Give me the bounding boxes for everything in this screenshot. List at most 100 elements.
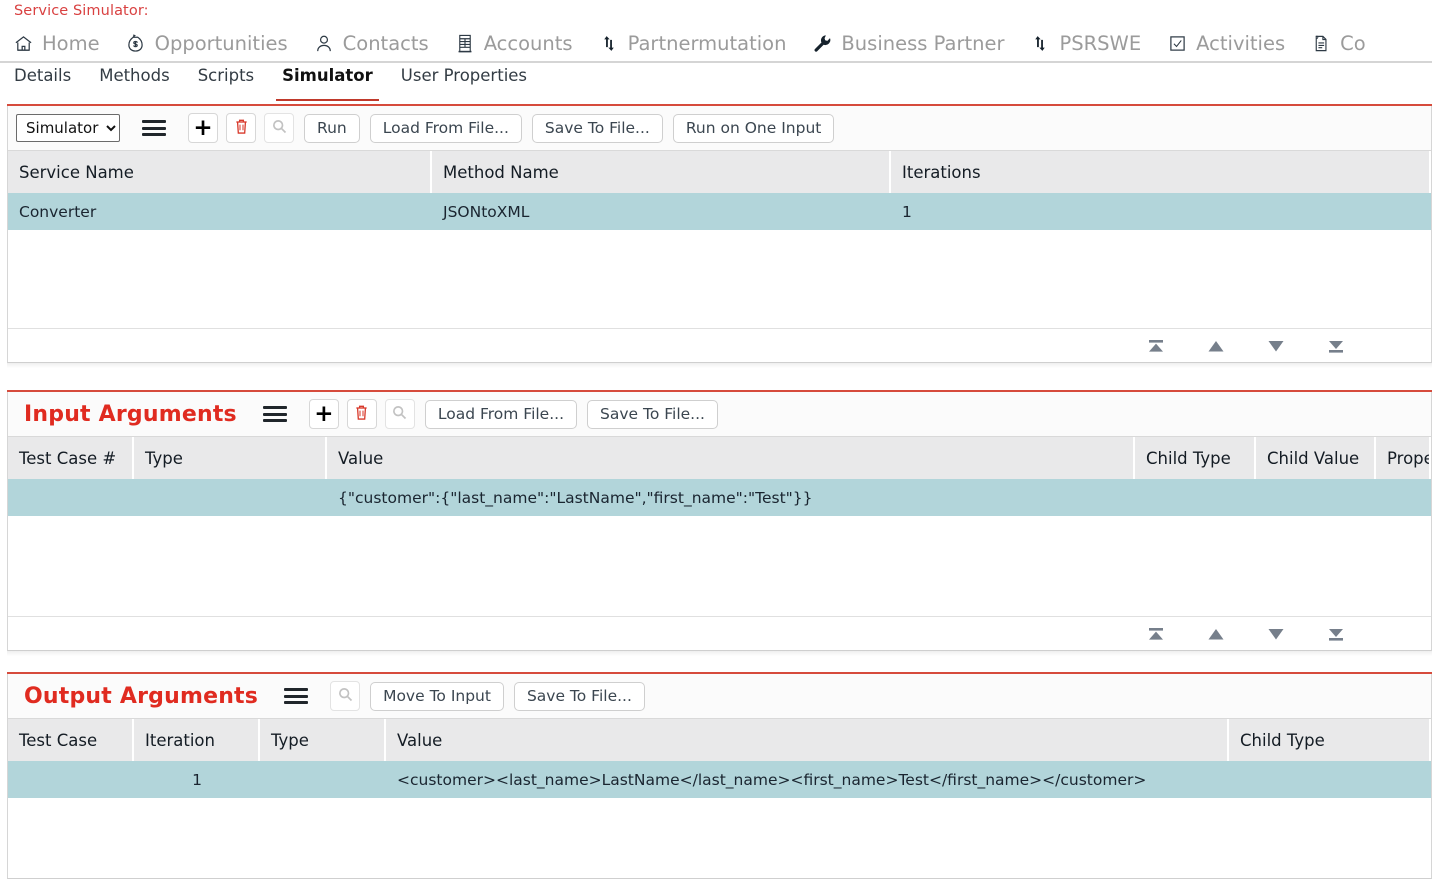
simulator-toolbar: Simulator + Run Load From File... Save T… [8,106,1431,150]
column-header-type[interactable]: Type [260,719,386,761]
search-button[interactable] [264,113,294,143]
document-icon [1311,34,1331,54]
go-to-first-icon[interactable] [1143,623,1169,645]
search-button[interactable] [384,399,415,429]
nav-tab-psrswe[interactable]: PSRSWE [1017,25,1154,62]
go-to-previous-icon[interactable] [1203,335,1229,357]
column-header-child-type[interactable]: Child Type [1135,437,1256,479]
trash-icon [354,404,369,425]
column-header-value[interactable]: Value [327,437,1135,479]
column-header-type[interactable]: Type [134,437,327,479]
nav-tab-business-partner[interactable]: Business Partner [799,25,1017,62]
simulator-view-select[interactable]: Simulator [16,114,120,142]
nav-tab-label: Contacts [342,32,429,55]
table-row[interactable]: 1 <customer><last_name>LastName</last_na… [8,761,1431,798]
delete-row-button[interactable] [226,113,256,143]
nav-tab-label: Opportunities [154,32,288,55]
tab-methods[interactable]: Methods [85,64,183,97]
nav-tab-label: Co [1340,32,1366,55]
cell-child-type [1229,761,1431,798]
input-arguments-toolbar: Input Arguments + Load From File... Save… [8,392,1431,436]
go-to-previous-icon[interactable] [1203,623,1229,645]
move-to-input-label: Move To Input [383,687,491,705]
load-from-file-label: Load From File... [437,405,565,423]
run-on-one-input-button[interactable]: Run on One Input [672,113,835,143]
add-row-button[interactable]: + [308,399,339,429]
move-to-input-button[interactable]: Move To Input [370,681,504,711]
money-bag-icon [126,34,146,54]
nav-tab-contacts[interactable]: Contacts [301,25,442,62]
tab-simulator[interactable]: Simulator [268,64,387,101]
hamburger-menu-icon[interactable] [284,686,309,706]
search-icon [338,687,353,706]
input-arguments-pager [8,616,1431,650]
nav-tab-label: Business Partner [841,32,1005,55]
go-to-first-icon[interactable] [1143,335,1169,357]
output-arguments-toolbar: Output Arguments Move To Input Save To F… [8,674,1431,718]
column-header-iteration[interactable]: Iteration [134,719,260,761]
wrench-icon [812,34,832,54]
save-to-file-label: Save To File... [544,119,650,137]
load-from-file-label: Load From File... [382,119,509,137]
save-to-file-button[interactable]: Save To File... [513,681,645,711]
go-to-last-icon[interactable] [1323,335,1349,357]
checkbox-icon [1167,34,1187,54]
go-to-last-icon[interactable] [1323,623,1349,645]
nav-tab-label: Home [42,32,100,55]
hamburger-menu-icon[interactable] [262,404,287,424]
load-from-file-button[interactable]: Load From File... [424,399,578,429]
column-header-service-name[interactable]: Service Name [8,151,432,193]
table-row[interactable]: {"customer":{"last_name":"LastName","fir… [8,479,1431,516]
simulator-pager [8,328,1431,362]
search-icon [272,119,287,138]
add-row-button[interactable]: + [188,113,218,143]
nav-tab-label: Accounts [483,32,573,55]
page-title: Service Simulator: [14,3,149,19]
simulator-grid-empty-area [8,230,1431,328]
nav-tab-opportunities[interactable]: Opportunities [113,25,301,62]
output-arguments-panel: Output Arguments Move To Input Save To F… [7,672,1432,879]
output-arguments-grid-empty-area [8,798,1431,878]
tab-scripts[interactable]: Scripts [184,64,268,97]
nav-tab-accounts[interactable]: Accounts [442,25,586,62]
save-to-file-button[interactable]: Save To File... [587,399,718,429]
column-header-iterations[interactable]: Iterations [891,151,1431,193]
cell-test-case [8,761,134,798]
input-arguments-heading: Input Arguments [24,401,237,427]
tab-details[interactable]: Details [0,64,85,97]
column-header-property[interactable]: Prope [1376,437,1431,479]
column-header-method-name[interactable]: Method Name [432,151,891,193]
cell-value: {"customer":{"last_name":"LastName","fir… [338,488,813,507]
nav-tab-home[interactable]: Home [0,25,113,62]
cell-method-name: JSONtoXML [443,202,530,221]
column-header-child-type[interactable]: Child Type [1229,719,1431,761]
go-to-next-icon[interactable] [1263,335,1289,357]
cell-type [134,479,327,516]
go-to-next-icon[interactable] [1263,623,1289,645]
tab-user-properties[interactable]: User Properties [387,64,541,97]
delete-row-button[interactable] [346,399,377,429]
search-button[interactable] [330,681,361,711]
column-header-test-case[interactable]: Test Case [8,719,134,761]
nav-tab-partnermutation[interactable]: Partnermutation [586,25,800,62]
column-header-child-value[interactable]: Child Value [1256,437,1376,479]
simulator-grid-header: Service Name Method Name Iterations [8,150,1431,193]
swap-arrows-icon [1030,34,1050,54]
trash-icon [234,118,249,139]
panel-shadow [7,651,1432,656]
column-header-test-case-number[interactable]: Test Case # [8,437,134,479]
column-header-value[interactable]: Value [386,719,1229,761]
hamburger-menu-icon[interactable] [142,118,166,138]
run-button[interactable]: Run [304,113,360,143]
load-from-file-button[interactable]: Load From File... [369,113,522,143]
cell-iteration: 1 [192,770,202,789]
plus-icon: + [314,400,334,427]
nav-tab-contracts[interactable]: Co [1298,25,1379,62]
save-to-file-button[interactable]: Save To File... [531,113,663,143]
cell-type [260,761,386,798]
table-row[interactable]: Converter JSONtoXML 1 [8,193,1431,230]
nav-tab-label: Partnermutation [627,32,787,55]
tab-label: Scripts [197,66,255,85]
cell-property [1376,479,1431,516]
nav-tab-activities[interactable]: Activities [1154,25,1298,62]
